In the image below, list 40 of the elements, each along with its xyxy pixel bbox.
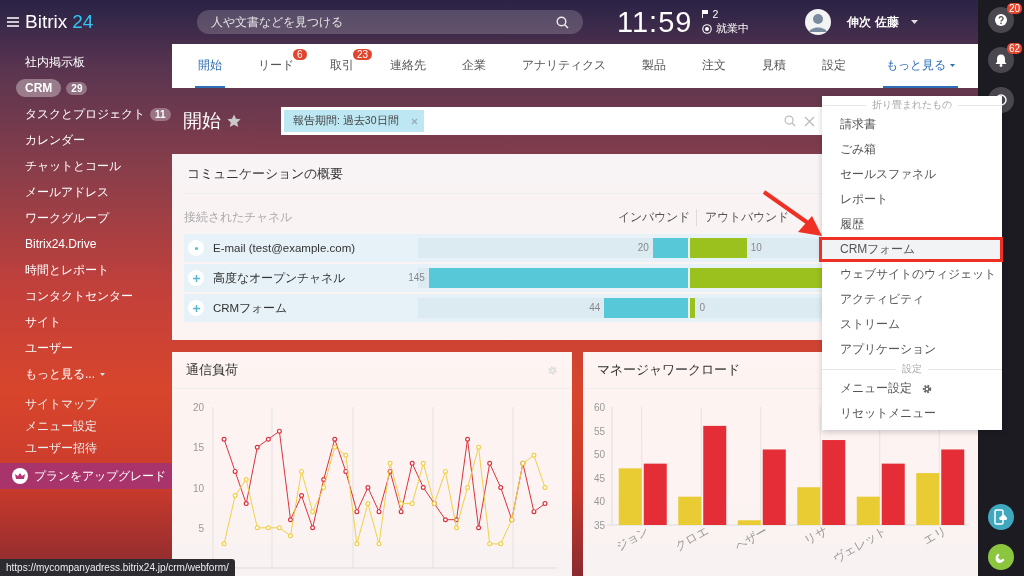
clock: 11:59: [617, 5, 693, 39]
menu-section-header: 設定: [902, 362, 922, 376]
bar-reading: 0: [699, 302, 705, 313]
category-label: クロエ: [672, 523, 711, 554]
count-badge: 23: [353, 49, 373, 60]
count-badge: 20: [1006, 3, 1022, 14]
category-label: ジョン: [613, 523, 652, 554]
count-badge: 11: [150, 107, 171, 121]
card-title: マネージャワークロード: [597, 361, 740, 379]
axis-tick-label: 10: [192, 482, 204, 494]
category-label: エリ: [920, 523, 949, 548]
axis-tick-label: 5: [198, 522, 204, 534]
count-badge: 6: [293, 49, 307, 60]
axis-tick-label: 45: [593, 472, 605, 484]
axis-tick-label: 20: [192, 402, 204, 413]
bar-reading: 20: [637, 242, 649, 253]
axis-tick-label: 35: [593, 520, 605, 531]
channel-name: E-mail (test@example.com): [213, 242, 357, 254]
count-badge: 29: [66, 81, 88, 95]
column-header: インバウンド: [617, 208, 691, 226]
card-title: 通信負荷: [186, 361, 238, 379]
menu-section-header: 折り畳まれたもの: [872, 98, 952, 112]
axis-tick-label: 40: [593, 496, 605, 508]
axis-tick-label: 60: [593, 402, 605, 413]
bar-reading: 10: [750, 242, 762, 253]
axis-tick-label: 50: [593, 449, 605, 461]
flag-count: 2: [712, 8, 719, 20]
bar-reading: 145: [408, 272, 425, 283]
channel-name: CRMフォーム: [213, 300, 289, 316]
column-header: 接続されたチャネル: [184, 208, 293, 226]
category-label: リサ: [801, 523, 830, 548]
column-header: アウトバウンド: [696, 208, 789, 226]
bar-reading: 44: [589, 302, 601, 313]
page-title: 開始: [183, 109, 221, 133]
status-url: https://mycompanyadress.bitrix24.jp/crm/webform/: [0, 559, 235, 576]
axis-tick-label: 55: [593, 425, 605, 437]
axis-tick-label: 15: [192, 442, 204, 454]
count-badge: 62: [1006, 43, 1022, 54]
category-label: ヴェレット: [830, 523, 890, 566]
category-label: ヘザー: [732, 523, 771, 554]
